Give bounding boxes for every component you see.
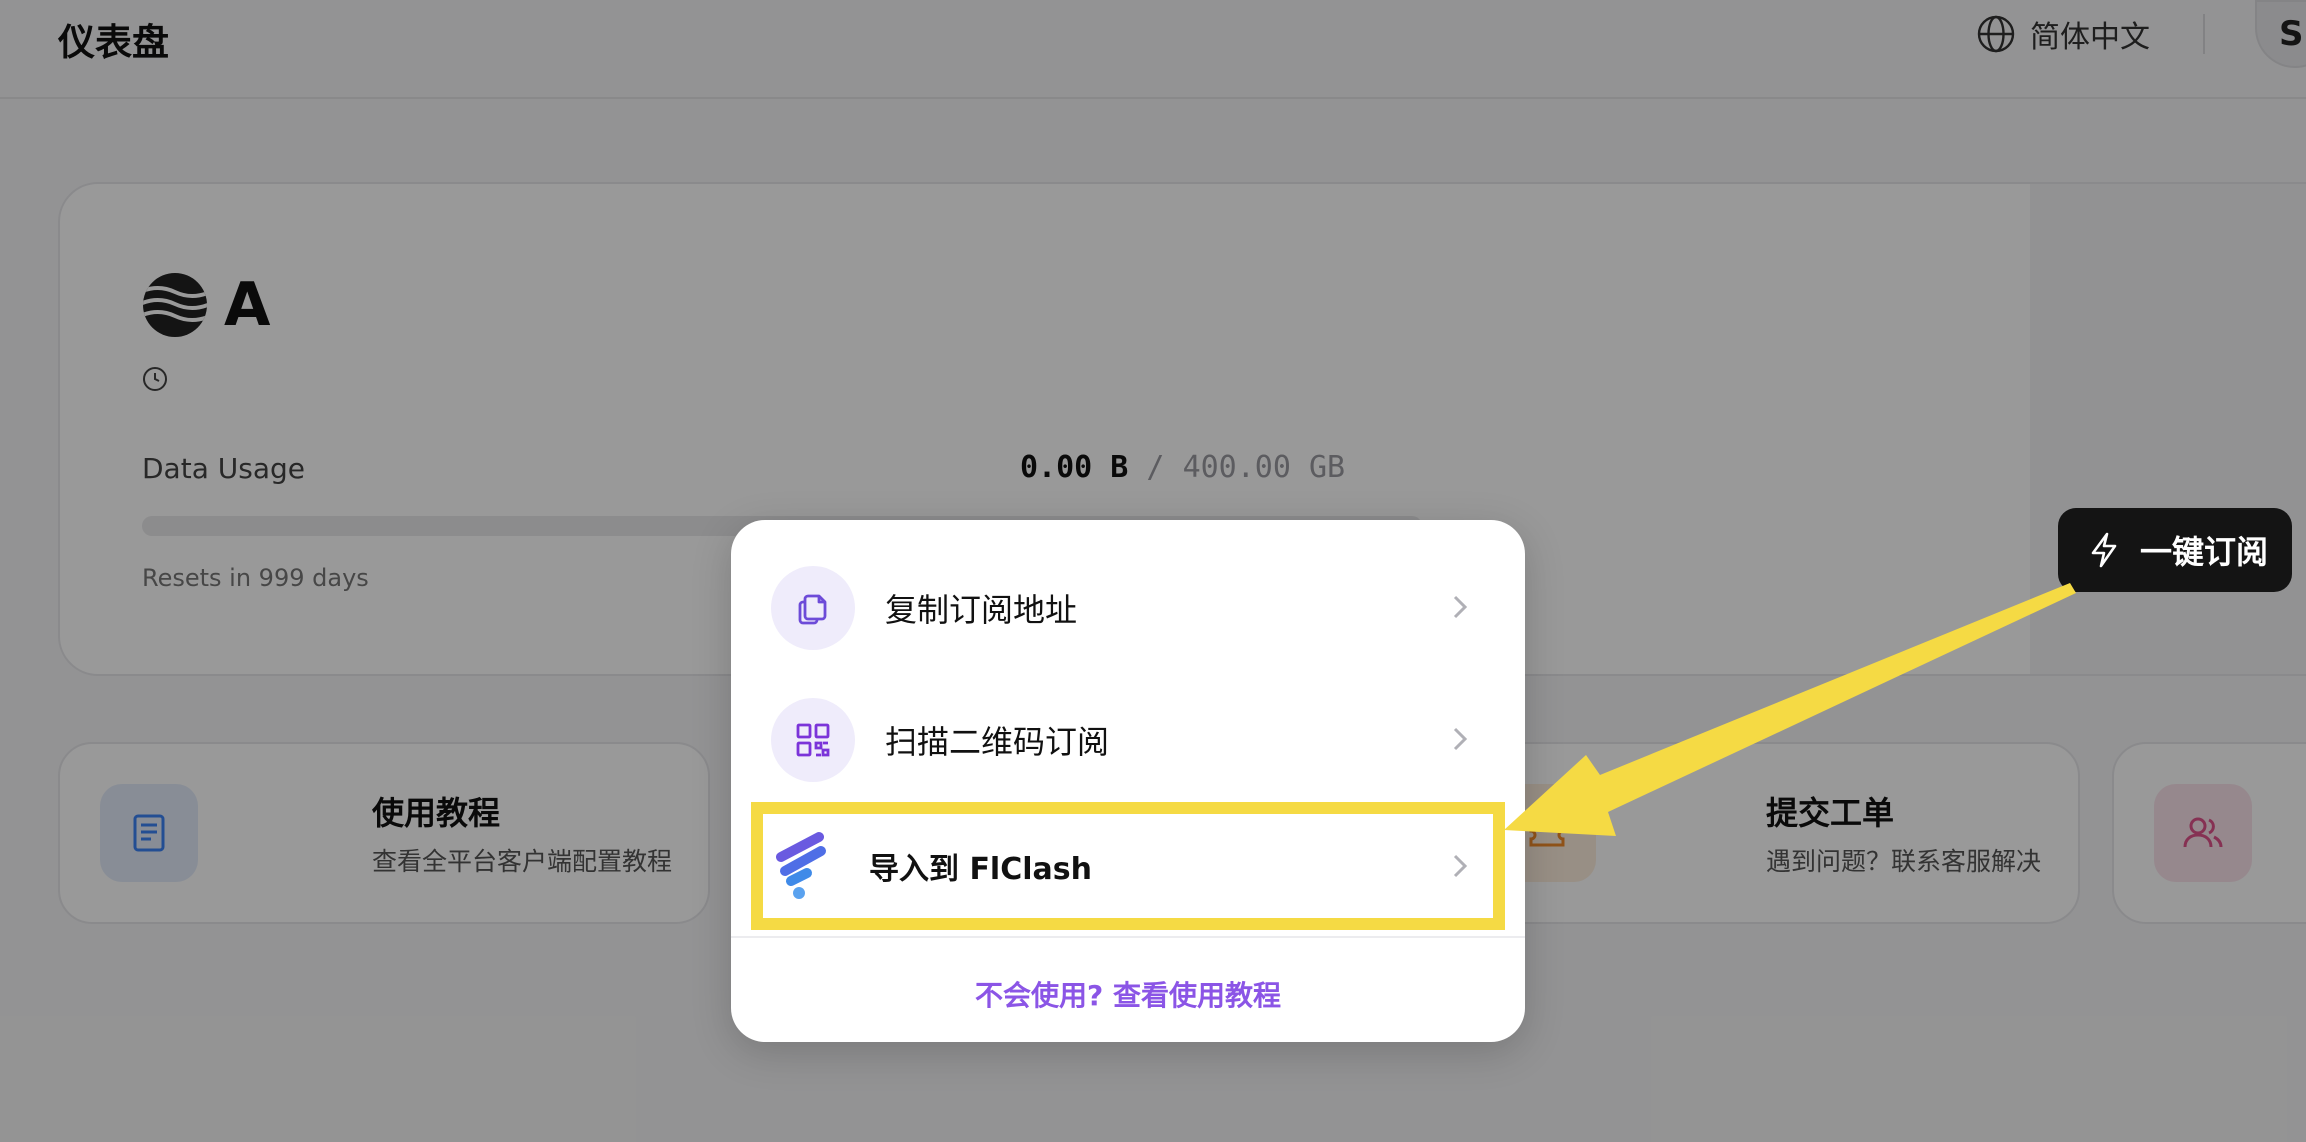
copy-icon-wrap bbox=[771, 566, 855, 650]
quick-subscribe-label: 一键订阅 bbox=[2140, 533, 2269, 571]
tutorial-link[interactable]: 不会使用? 查看使用教程 bbox=[731, 974, 1525, 1014]
menu-item-scan-qr[interactable]: 扫描二维码订阅 bbox=[771, 694, 1485, 786]
menu-item-import-flclash[interactable]: 导入到 FlClash bbox=[771, 820, 1485, 912]
chevron-right-icon bbox=[1453, 595, 1468, 619]
subscribe-popover: 复制订阅地址 扫描二维码订阅 导入到 FlClash 不会使用? 查看使用教程 bbox=[731, 520, 1525, 1042]
quick-subscribe-button[interactable]: 一键订阅 bbox=[2058, 508, 2292, 592]
flclash-logo-icon bbox=[776, 832, 826, 899]
popover-divider bbox=[731, 936, 1525, 938]
qrcode-icon-wrap bbox=[771, 698, 855, 782]
menu-label-scan-qr: 扫描二维码订阅 bbox=[885, 723, 1110, 761]
menu-label-copy-url: 复制订阅地址 bbox=[885, 591, 1078, 629]
chevron-right-icon bbox=[1453, 727, 1468, 751]
lightning-icon bbox=[2091, 532, 2117, 568]
menu-label-import-flclash: 导入到 FlClash bbox=[869, 852, 1092, 887]
chevron-right-icon bbox=[1453, 854, 1468, 878]
qrcode-icon bbox=[796, 723, 830, 757]
copy-icon bbox=[798, 594, 827, 625]
menu-item-copy-url[interactable]: 复制订阅地址 bbox=[771, 562, 1485, 654]
